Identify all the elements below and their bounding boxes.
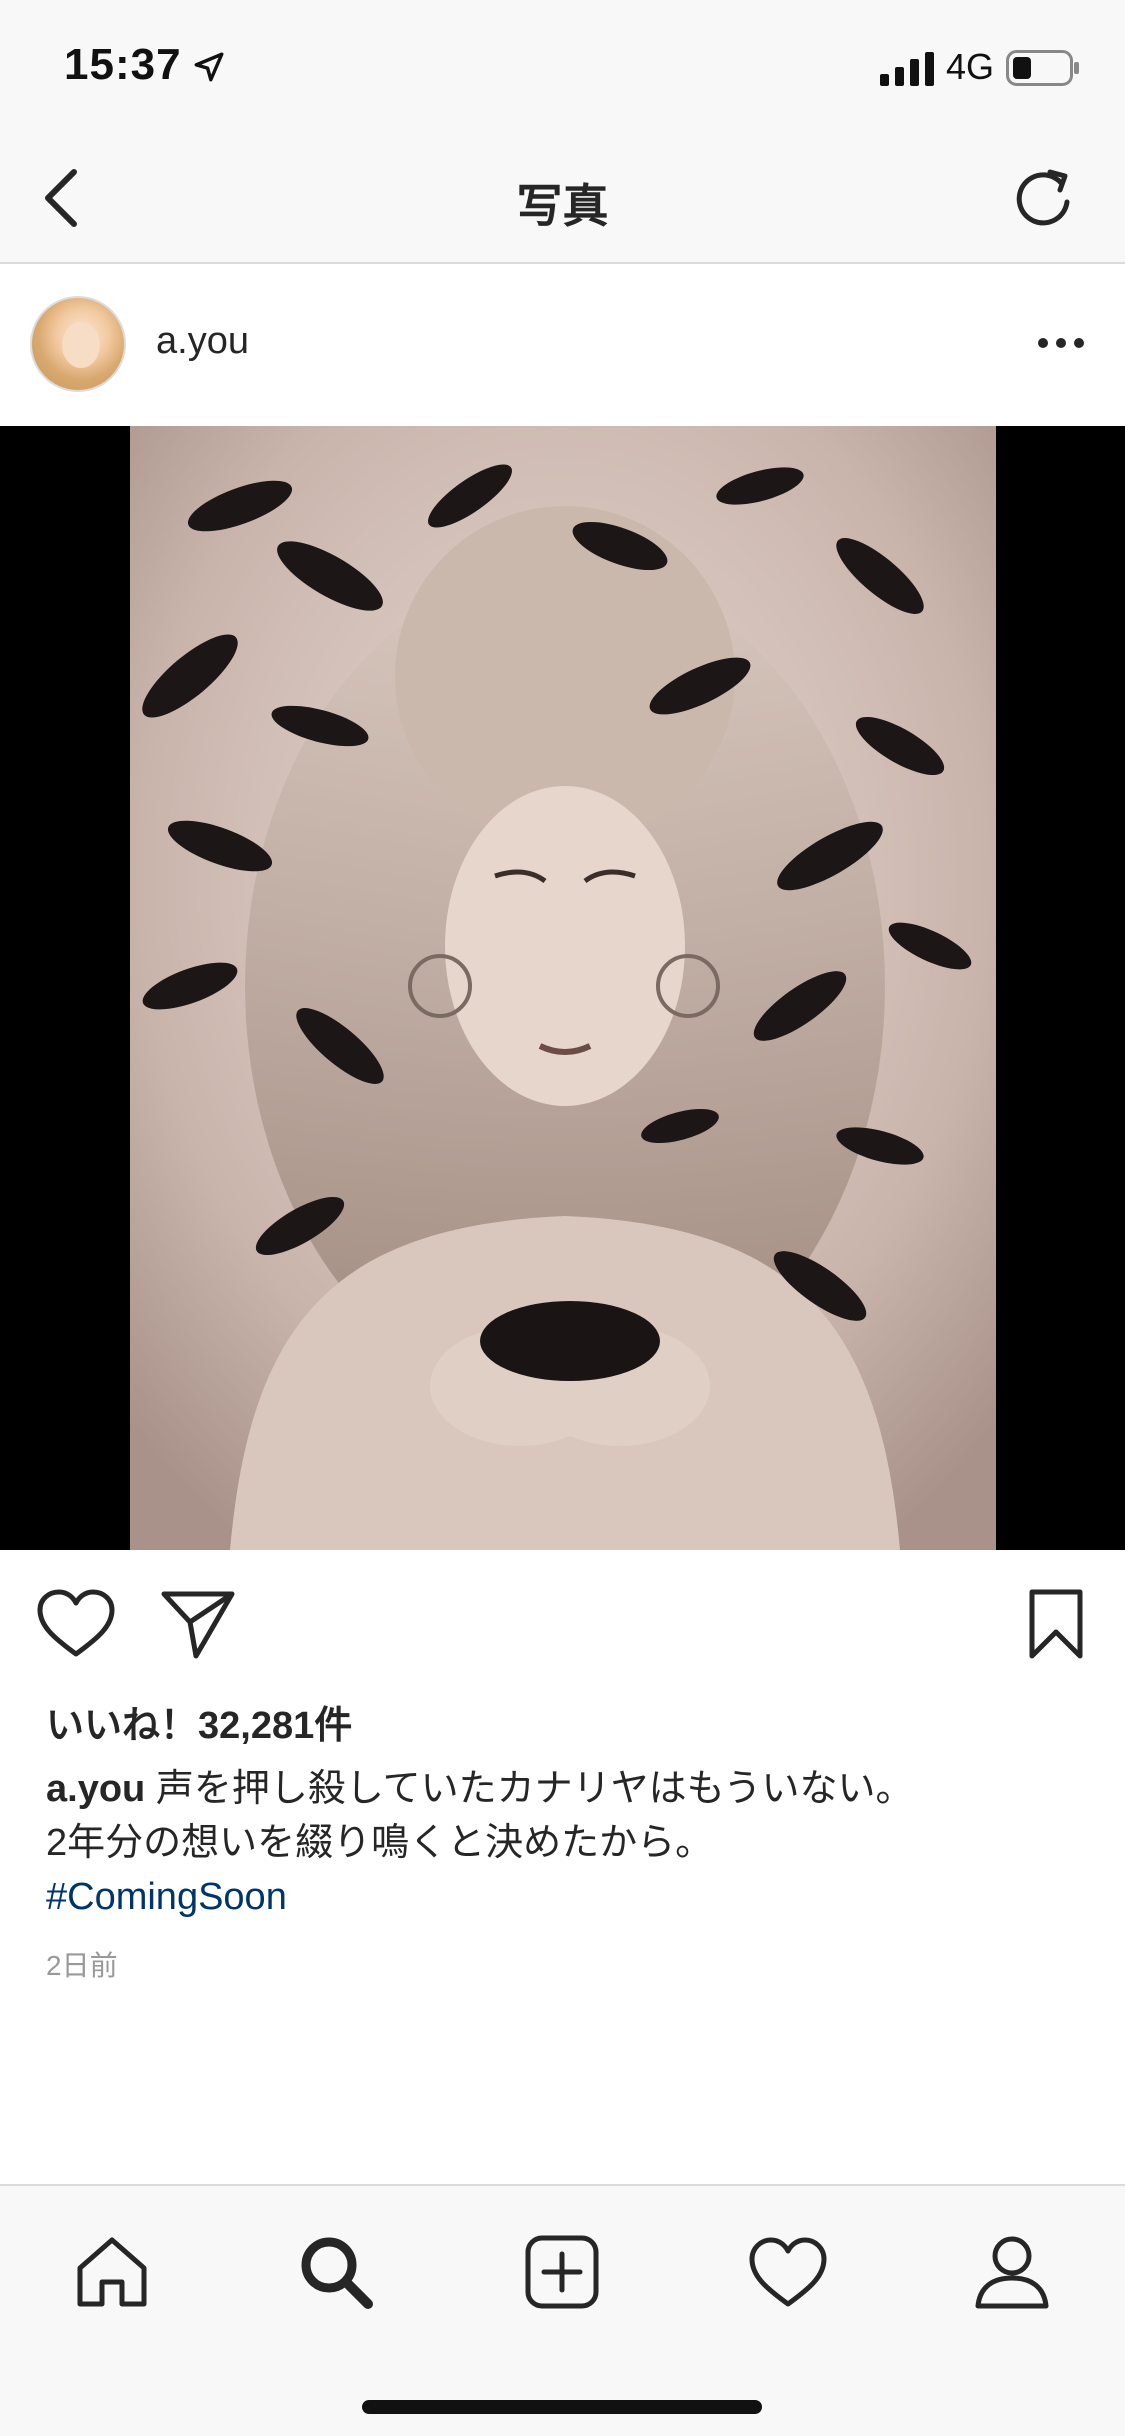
home-indicator[interactable] bbox=[362, 2400, 762, 2414]
signal-bars-icon bbox=[880, 52, 934, 86]
navigation-bar: 写真 bbox=[0, 132, 1125, 264]
post-username[interactable]: a.you bbox=[156, 320, 249, 363]
avatar[interactable] bbox=[30, 296, 126, 392]
post-timestamp: 2日前 bbox=[46, 1950, 118, 1981]
likes-count[interactable]: いいね！32,281件 bbox=[46, 1694, 352, 1749]
bookmark-icon[interactable] bbox=[1026, 1588, 1086, 1660]
heart-icon[interactable] bbox=[36, 1588, 116, 1660]
profile-icon[interactable] bbox=[972, 2232, 1052, 2312]
refresh-icon[interactable] bbox=[1010, 162, 1076, 232]
network-type: 4G bbox=[946, 46, 995, 87]
status-time: 15:37 bbox=[64, 40, 182, 89]
caption-text-1: 声を押し殺していたカナリヤはもういない。 bbox=[155, 1768, 914, 1810]
avatar-face bbox=[62, 322, 100, 368]
post-actions bbox=[0, 1550, 1125, 1690]
post-photo[interactable] bbox=[0, 426, 1125, 1550]
home-icon[interactable] bbox=[72, 2232, 152, 2312]
battery-icon bbox=[1006, 50, 1079, 86]
send-icon[interactable] bbox=[160, 1588, 236, 1660]
search-icon[interactable] bbox=[296, 2232, 376, 2312]
status-bar: 15:37 4G bbox=[0, 0, 1125, 132]
post-header: a.you bbox=[0, 264, 1125, 426]
more-dots-icon[interactable] bbox=[1036, 332, 1086, 354]
page-title: 写真 bbox=[516, 180, 609, 232]
add-post-icon[interactable] bbox=[522, 2232, 602, 2312]
caption-text-2: 2年分の想いを綴り鳴くと決めたから。 bbox=[46, 1822, 714, 1864]
hashtag-link[interactable]: #ComingSoon bbox=[46, 1870, 1086, 1924]
photo-artwork bbox=[0, 426, 1125, 1550]
caption-line-1: a.you 声を押し殺していたカナリヤはもういない。 bbox=[46, 1762, 1086, 1816]
post-caption: a.you 声を押し殺していたカナリヤはもういない。 2年分の想いを綴り鳴くと決… bbox=[46, 1762, 1086, 1924]
caption-username[interactable]: a.you bbox=[46, 1768, 145, 1810]
location-arrow-icon bbox=[194, 52, 224, 82]
activity-heart-icon[interactable] bbox=[748, 2232, 828, 2312]
tab-bar bbox=[0, 2184, 1125, 2436]
